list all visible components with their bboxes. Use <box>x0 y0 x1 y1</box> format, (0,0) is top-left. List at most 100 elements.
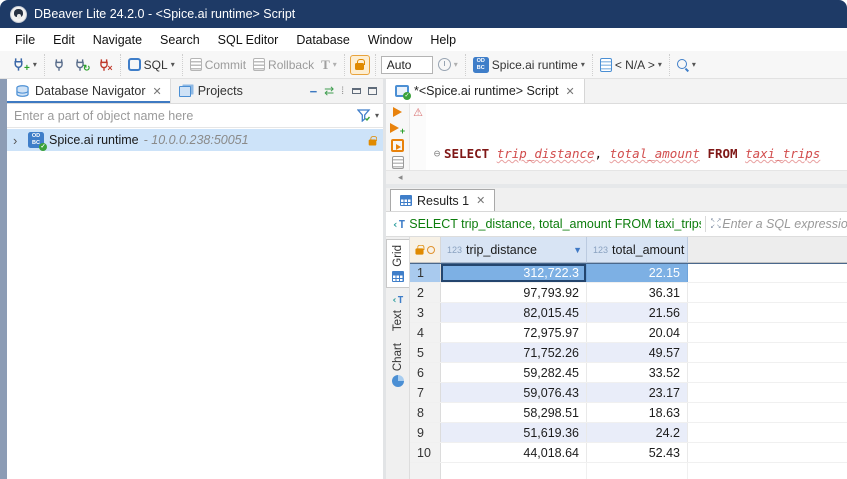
disconnect-button[interactable]: × <box>95 55 114 74</box>
column-header-trip-distance[interactable]: 123 trip_distance ▼ <box>441 237 587 263</box>
chevron-down-icon[interactable]: ▾ <box>171 61 175 69</box>
cell-total-amount[interactable]: 33.52 <box>587 363 688 382</box>
chevron-down-icon[interactable]: ▾ <box>375 112 379 120</box>
scroll-left-icon[interactable]: ◂ <box>398 172 403 183</box>
close-icon[interactable]: ✕ <box>476 194 485 207</box>
cell-trip-distance[interactable]: 59,076.43 <box>441 383 587 402</box>
row-number-cell[interactable]: 9 <box>410 423 441 442</box>
row-number-cell[interactable]: 10 <box>410 443 441 462</box>
tab-chart[interactable]: Chart <box>386 338 409 392</box>
table-row[interactable]: 858,298.5118.63 <box>410 403 847 423</box>
menu-database[interactable]: Database <box>287 30 359 50</box>
result-filter-input[interactable] <box>722 217 847 231</box>
menu-window[interactable]: Window <box>359 30 421 50</box>
cell-total-amount[interactable]: 21.56 <box>587 303 688 322</box>
tab-results-1[interactable]: Results 1 ✕ <box>390 189 495 211</box>
cell-total-amount[interactable]: 22.15 <box>587 264 688 282</box>
link-with-editor-icon[interactable]: ⇄ <box>324 84 334 98</box>
table-row[interactable]: 659,282.4533.52 <box>410 363 847 383</box>
menu-sql-editor[interactable]: SQL Editor <box>209 30 288 50</box>
row-number-cell[interactable]: 6 <box>410 363 441 382</box>
cell-trip-distance[interactable]: 59,282.45 <box>441 363 587 382</box>
chevron-down-icon[interactable]: ▾ <box>33 61 37 69</box>
chevron-down-icon[interactable]: ▾ <box>658 61 662 69</box>
row-number-cell[interactable]: 5 <box>410 343 441 362</box>
execute-statement-button[interactable] <box>393 107 402 117</box>
chevron-down-icon[interactable]: ▾ <box>692 61 696 69</box>
sql-editor[interactable]: + ⚠ ⊖ SELECT trip_distance, total_amount… <box>386 104 847 170</box>
chevron-down-icon[interactable]: ▾ <box>581 61 585 69</box>
close-icon[interactable]: ✕ <box>566 85 575 98</box>
tab-projects[interactable]: Projects <box>171 79 251 103</box>
transaction-log-button[interactable]: ▾ <box>436 57 460 72</box>
cell-total-amount[interactable]: 18.63 <box>587 403 688 422</box>
new-connection-button[interactable]: + ▾ <box>9 55 39 75</box>
column-header-total-amount[interactable]: 123 total_amount ▼ <box>587 237 688 263</box>
transaction-mode-button[interactable]: T ▾ <box>319 56 339 74</box>
row-number-cell[interactable]: 3 <box>410 303 441 322</box>
row-number-cell[interactable]: 1 <box>410 264 441 282</box>
object-filter-input[interactable] <box>14 109 353 123</box>
table-row[interactable]: 571,752.2649.57 <box>410 343 847 363</box>
cell-trip-distance[interactable]: 44,018.64 <box>441 443 587 462</box>
commit-button[interactable]: Commit <box>188 57 248 73</box>
code-area[interactable]: ⊖ SELECT trip_distance, total_amount FRO… <box>426 104 847 170</box>
tab-text[interactable]: ‹T Text <box>386 290 409 336</box>
view-menu-icon[interactable]: ⁞ <box>341 86 345 97</box>
chevron-down-icon[interactable]: ▾ <box>333 61 337 69</box>
tab-grid[interactable]: Grid <box>386 239 409 288</box>
editor-horizontal-scrollbar[interactable]: ◂ <box>386 170 847 184</box>
cell-total-amount[interactable]: 24.2 <box>587 423 688 442</box>
menu-search[interactable]: Search <box>151 30 209 50</box>
cell-total-amount[interactable]: 20.04 <box>587 323 688 342</box>
cell-trip-distance[interactable]: 82,015.45 <box>441 303 587 322</box>
tab-script[interactable]: *<Spice.ai runtime> Script ✕ <box>386 79 585 103</box>
execute-new-tab-button[interactable]: + <box>390 121 405 135</box>
tab-database-navigator[interactable]: Database Navigator ✕ <box>7 79 171 103</box>
connection-lock-toggle[interactable] <box>350 55 370 75</box>
menu-edit[interactable]: Edit <box>44 30 84 50</box>
row-number-cell[interactable]: 7 <box>410 383 441 402</box>
commit-mode-combo[interactable]: Auto <box>381 56 433 74</box>
cell-trip-distance[interactable]: 51,619.36 <box>441 423 587 442</box>
cell-trip-distance[interactable]: 58,298.51 <box>441 403 587 422</box>
cell-total-amount[interactable]: 49.57 <box>587 343 688 362</box>
result-grid[interactable]: 123 trip_distance ▼ 123 total_amount ▼ <box>410 237 847 479</box>
sort-desc-icon[interactable]: ▼ <box>573 245 582 255</box>
expand-icon[interactable]: › <box>13 133 23 148</box>
reconnect-button[interactable]: ↻ <box>71 55 93 75</box>
menu-navigate[interactable]: Navigate <box>84 30 151 50</box>
menu-file[interactable]: File <box>6 30 44 50</box>
cell-trip-distance[interactable]: 97,793.92 <box>441 283 587 302</box>
cell-trip-distance[interactable]: 312,722.3 <box>441 264 587 282</box>
fold-marker-icon[interactable]: ⊖ <box>430 144 444 163</box>
collapse-all-icon[interactable]: − <box>310 84 318 99</box>
rollback-button[interactable]: Rollback <box>251 57 316 73</box>
row-number-cell[interactable]: 8 <box>410 403 441 422</box>
table-row[interactable]: 472,975.9720.04 <box>410 323 847 343</box>
grid-corner-cell[interactable] <box>410 237 441 263</box>
table-row[interactable]: 1312,722.322.15 <box>410 263 847 283</box>
execute-script-button[interactable] <box>391 139 404 152</box>
close-icon[interactable]: ✕ <box>152 85 161 98</box>
expand-filter-icon[interactable]: ↖↗↙↘ <box>710 218 722 230</box>
active-database-selector[interactable]: < N/A > ▾ <box>598 57 664 73</box>
tree-item-connection[interactable]: › OD BC ✓ Spice.ai runtime - 10.0.0.238:… <box>7 129 383 151</box>
table-row[interactable]: 297,793.9236.31 <box>410 283 847 303</box>
cell-total-amount[interactable]: 23.17 <box>587 383 688 402</box>
table-row[interactable]: 1044,018.6452.43 <box>410 443 847 463</box>
maximize-view-icon[interactable] <box>368 87 377 95</box>
active-connection-selector[interactable]: OD BC Spice.ai runtime ▾ <box>471 56 587 74</box>
minimize-view-icon[interactable] <box>352 88 361 94</box>
cell-trip-distance[interactable]: 72,975.97 <box>441 323 587 342</box>
code-line-1[interactable]: ⊖ SELECT trip_distance, total_amount FRO… <box>426 144 847 163</box>
chevron-down-icon[interactable]: ▾ <box>454 61 458 69</box>
filter-funnel-icon[interactable] <box>357 109 371 122</box>
cell-trip-distance[interactable]: 71,752.26 <box>441 343 587 362</box>
table-row[interactable]: 759,076.4323.17 <box>410 383 847 403</box>
connect-button[interactable] <box>50 57 68 73</box>
search-button[interactable]: ▾ <box>675 58 698 72</box>
sql-editor-button[interactable]: SQL ▾ <box>126 57 177 73</box>
table-row[interactable]: 951,619.3624.2 <box>410 423 847 443</box>
explain-plan-button[interactable] <box>392 156 404 169</box>
